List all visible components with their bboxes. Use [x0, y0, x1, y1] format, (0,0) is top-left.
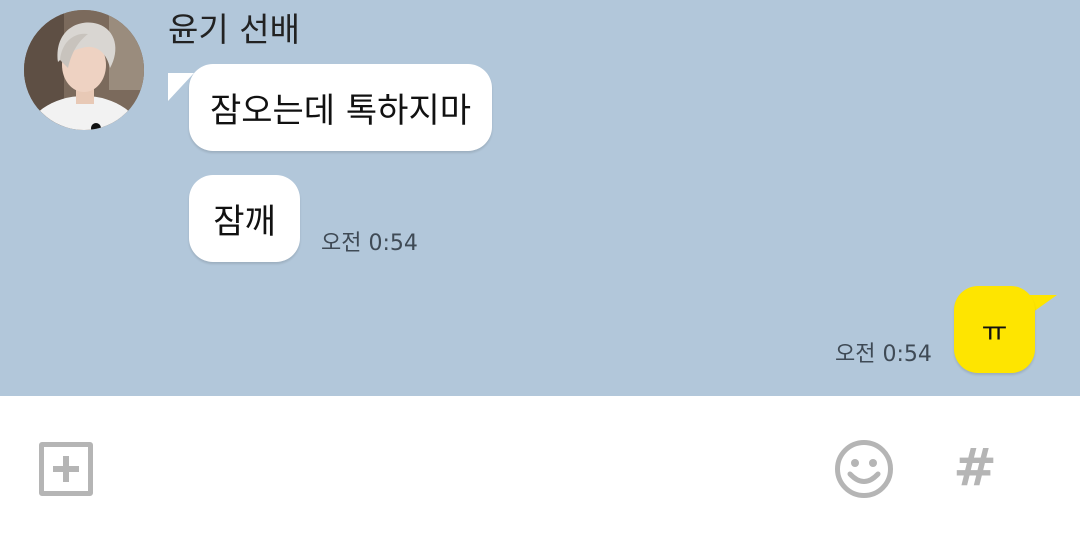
message-bubble-received[interactable]: 잠깨 [189, 175, 300, 262]
plus-icon[interactable] [39, 442, 93, 496]
avatar[interactable] [24, 10, 144, 130]
hashtag-icon[interactable]: # [951, 436, 999, 500]
message-text: ㅠ [981, 314, 1008, 348]
message-bubble-sent[interactable]: ㅠ [954, 286, 1035, 373]
sender-name: 윤기 선배 [168, 10, 300, 49]
message-text: 잠깨 [213, 202, 276, 242]
chat-area: 윤기 선배 잠오는데 톡하지마 잠깨 오전 0:54 오전 0:54 ㅠ [0, 0, 1080, 396]
profile-photo [24, 10, 144, 130]
message-text: 잠오는데 톡하지마 [209, 91, 472, 131]
emoji-icon[interactable] [834, 439, 894, 499]
message-bubble-received[interactable]: 잠오는데 톡하지마 [189, 64, 492, 151]
message-timestamp: 오전 0:54 [835, 342, 932, 367]
input-bar [0, 396, 1080, 541]
message-timestamp: 오전 0:54 [321, 231, 418, 256]
